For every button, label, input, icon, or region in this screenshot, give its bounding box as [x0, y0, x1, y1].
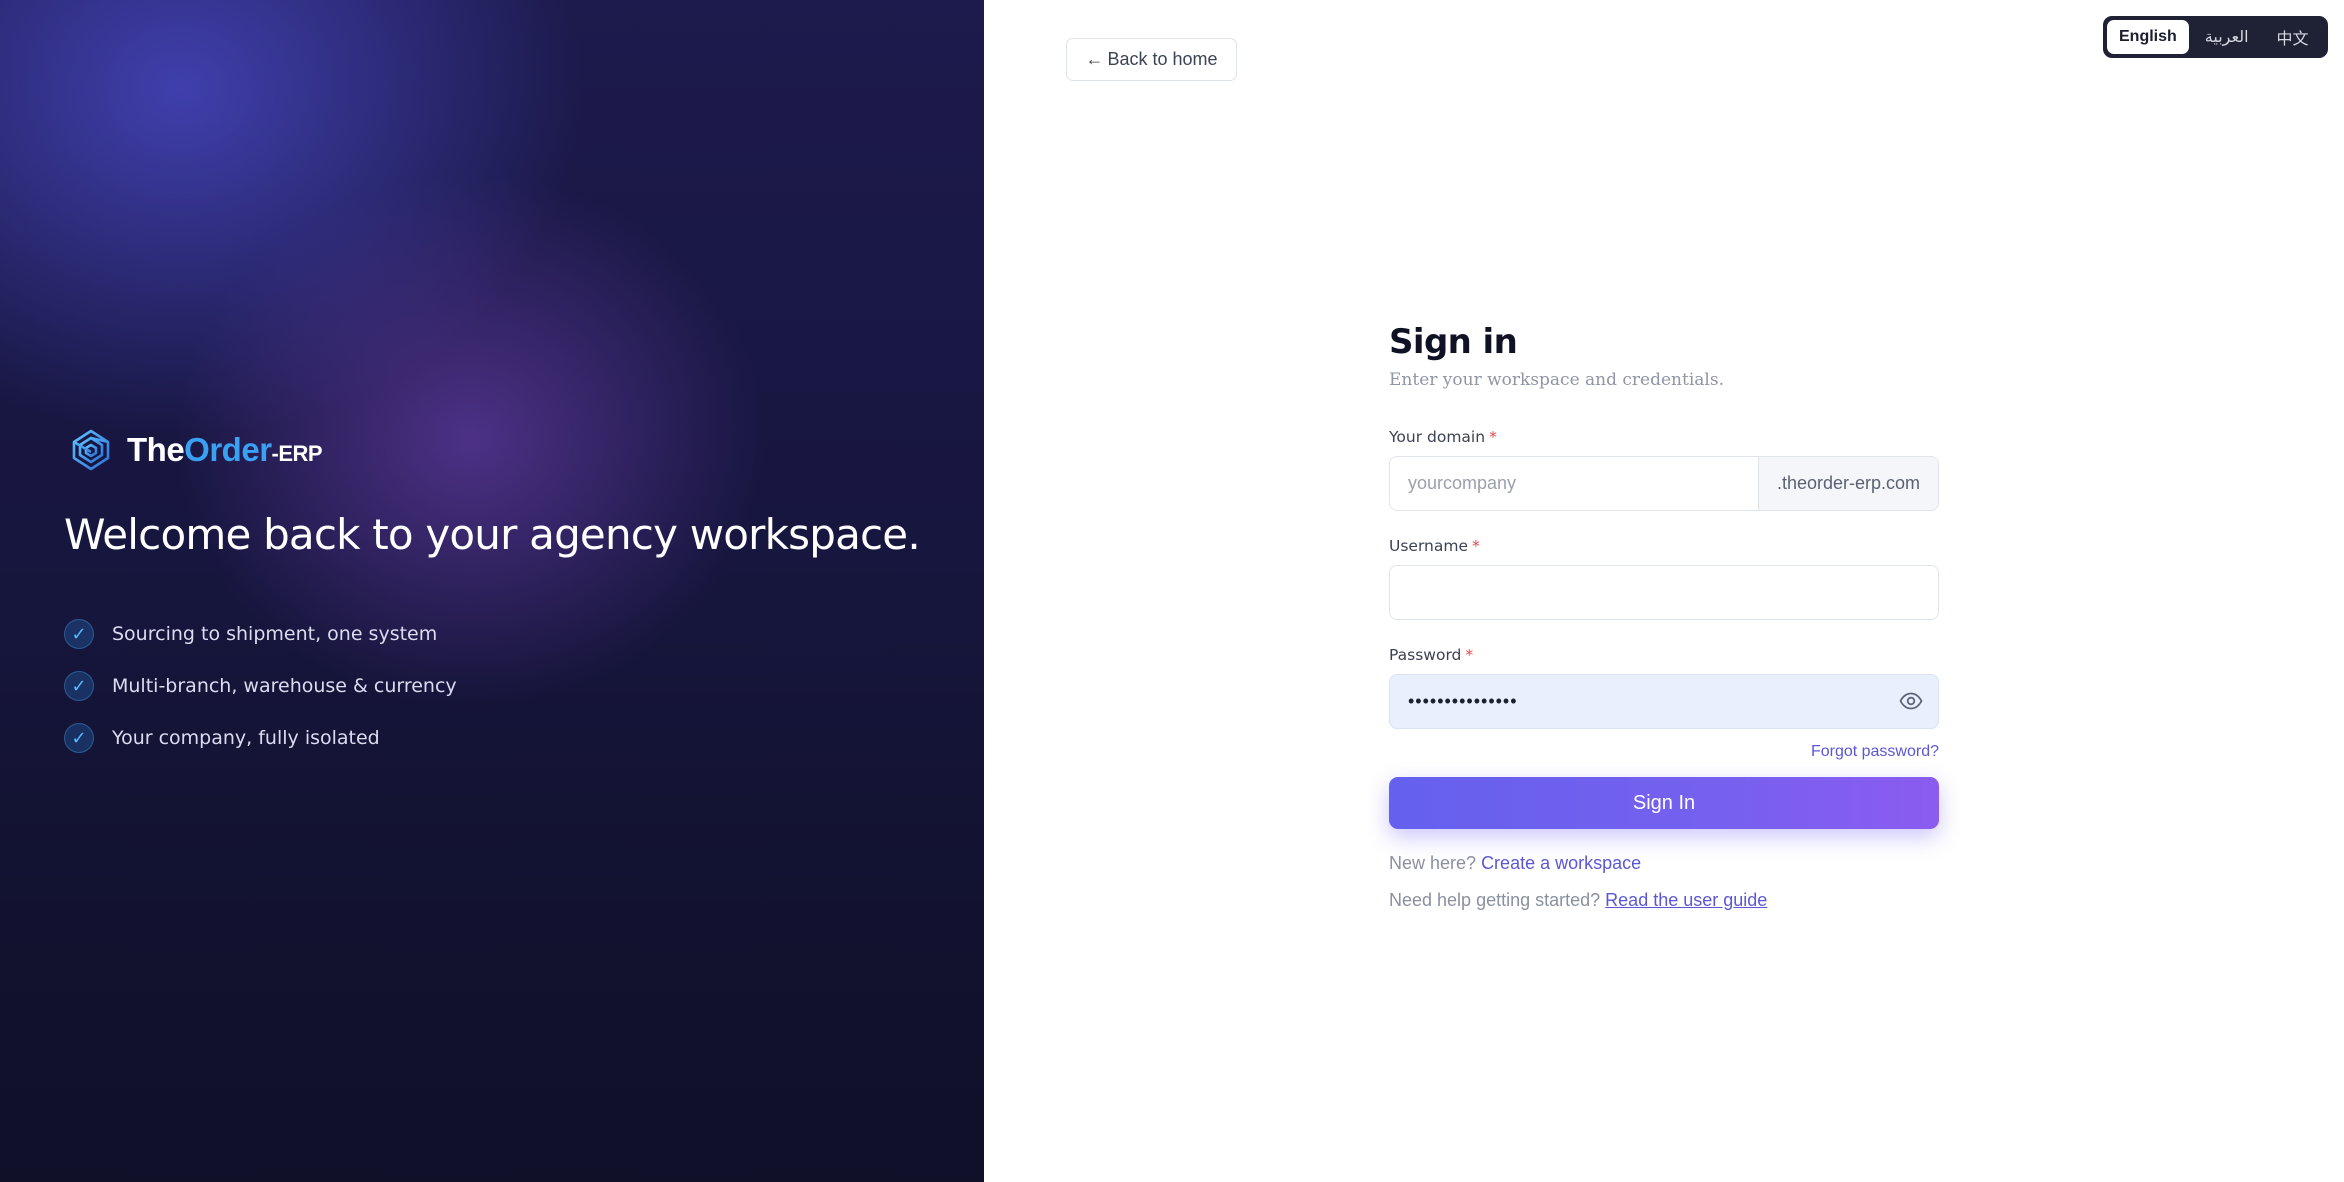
domain-label-text: Your domain — [1389, 428, 1486, 446]
brand-order: Order — [184, 431, 272, 468]
feature-item: ✓ Sourcing to shipment, one system — [64, 608, 457, 660]
check-icon: ✓ — [64, 671, 94, 701]
feature-text: Your company, fully isolated — [112, 727, 380, 749]
lang-option-arabic[interactable]: العربية — [2193, 20, 2261, 54]
feature-item: ✓ Your company, fully isolated — [64, 712, 457, 764]
language-switcher: English العربية 中文 — [2103, 16, 2328, 58]
hero-panel: TheOrder-ERP Welcome back to your agency… — [0, 0, 984, 1182]
domain-label: Your domain * — [1389, 428, 1939, 446]
theorder-logo-icon — [72, 429, 110, 471]
need-help-text: Need help getting started? — [1389, 890, 1601, 910]
feature-item: ✓ Multi-branch, warehouse & currency — [64, 660, 457, 712]
domain-suffix: .theorder-erp.com — [1758, 457, 1938, 510]
sign-in-title: Sign in — [1389, 322, 1518, 362]
domain-field: .theorder-erp.com — [1389, 456, 1939, 511]
back-to-home-button[interactable]: ← Back to home — [1066, 38, 1237, 81]
help-line: Need help getting started? Read the user… — [1389, 890, 1939, 911]
new-here-text: New here? — [1389, 853, 1477, 873]
password-label-text: Password — [1389, 646, 1462, 664]
create-workspace-link[interactable]: Create a workspace — [1481, 853, 1641, 873]
arrow-left-icon: ← — [1085, 49, 1104, 69]
username-label-text: Username — [1389, 537, 1469, 555]
password-input[interactable] — [1389, 674, 1939, 729]
user-guide-link[interactable]: Read the user guide — [1605, 890, 1767, 910]
back-to-home-label: Back to home — [1107, 49, 1218, 69]
sign-in-subtitle: Enter your workspace and credentials. — [1389, 370, 1724, 390]
username-label: Username * — [1389, 537, 1939, 555]
forgot-password-link[interactable]: Forgot password? — [1811, 743, 1939, 760]
sign-in-form: Sign in Enter your workspace and credent… — [1389, 322, 1939, 911]
domain-input[interactable] — [1390, 457, 1758, 510]
required-mark: * — [1472, 537, 1480, 555]
username-input[interactable] — [1389, 565, 1939, 620]
lang-option-chinese[interactable]: 中文 — [2265, 20, 2321, 54]
feature-text: Sourcing to shipment, one system — [112, 623, 438, 645]
feature-list: ✓ Sourcing to shipment, one system ✓ Mul… — [64, 608, 457, 764]
brand-erp: -ERP — [271, 441, 323, 466]
required-mark: * — [1489, 428, 1497, 446]
password-field — [1389, 674, 1939, 729]
required-mark: * — [1465, 646, 1474, 664]
forgot-password-row: Forgot password? — [1389, 743, 1939, 761]
welcome-heading: Welcome back to your agency workspace. — [64, 510, 921, 559]
eye-icon[interactable] — [1899, 691, 1923, 711]
brand-the: The — [127, 431, 185, 468]
new-here-line: New here? Create a workspace — [1389, 853, 1939, 874]
brand-name: TheOrder-ERP — [127, 431, 323, 469]
check-icon: ✓ — [64, 619, 94, 649]
lang-option-english[interactable]: English — [2107, 20, 2189, 54]
sign-in-button[interactable]: Sign In — [1389, 777, 1939, 829]
brand: TheOrder-ERP — [69, 428, 323, 472]
check-icon: ✓ — [64, 723, 94, 753]
password-label: Password * — [1389, 646, 1939, 664]
feature-text: Multi-branch, warehouse & currency — [112, 675, 457, 697]
